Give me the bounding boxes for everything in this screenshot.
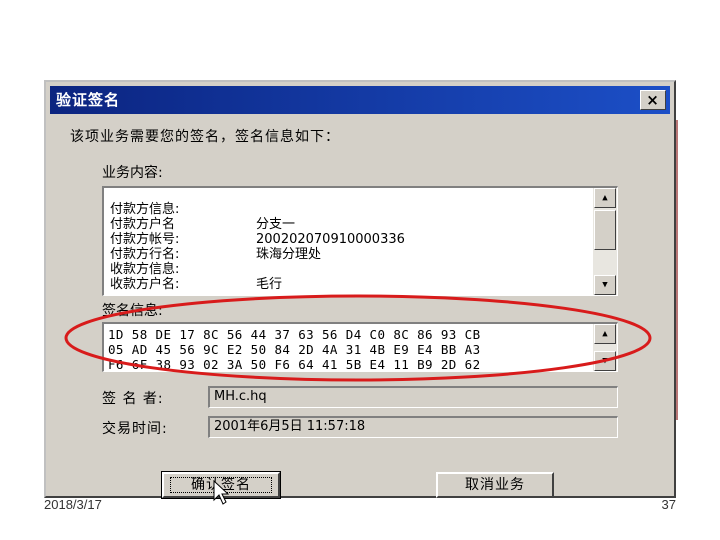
content-key: 付款方帐号: bbox=[110, 232, 180, 247]
content-key: 收款方户名: bbox=[110, 277, 180, 292]
content-scrollbar[interactable]: ▲ ▼ bbox=[593, 188, 617, 295]
background-edge-line bbox=[676, 120, 678, 420]
content-row: 付款方帐号: 200202070910000336 bbox=[110, 232, 405, 247]
content-key: 付款方信息: bbox=[110, 202, 180, 217]
signature-prompt: 该项业务需要您的签名，签名信息如下： bbox=[70, 129, 340, 145]
signature-scrollbar[interactable]: ▲ ▼ bbox=[593, 324, 617, 371]
signature-hex-lines: 1D 58 DE 17 8C 56 44 37 63 56 D4 C0 8C 8… bbox=[108, 327, 481, 372]
content-value: 珠海分理处 bbox=[256, 247, 322, 262]
content-value: 分支一 bbox=[256, 217, 296, 232]
content-value: 200202070910000336 bbox=[256, 232, 405, 247]
signature-info-textarea[interactable]: 1D 58 DE 17 8C 56 44 37 63 56 D4 C0 8C 8… bbox=[102, 322, 618, 372]
content-row: 收款方户名: 毛行 bbox=[110, 277, 405, 292]
business-content-textarea[interactable]: 付款方信息: 付款方户名 分支一 付款方帐号: 200202070910000336 付款… bbox=[102, 186, 618, 296]
business-content-list: 付款方信息: 付款方户名 分支一 付款方帐号: 200202070910000336 付款… bbox=[110, 202, 405, 292]
mouse-cursor-icon bbox=[213, 480, 229, 505]
close-button[interactable]: × bbox=[640, 90, 666, 110]
slide-page-number: 37 bbox=[661, 497, 676, 512]
scroll-down-arrow-icon[interactable]: ▼ bbox=[594, 275, 616, 295]
signature-hex-line: 05 AD 45 56 9C E2 50 84 2D 4A 31 4B E9 E… bbox=[108, 342, 481, 357]
business-content-label: 业务内容: bbox=[102, 165, 163, 181]
slide-date: 2018/3/17 bbox=[44, 497, 102, 512]
content-key: 付款方户名 bbox=[110, 217, 176, 232]
signer-field[interactable]: MH.c.hq bbox=[208, 386, 618, 408]
cancel-business-button[interactable]: 取消业务 bbox=[436, 472, 554, 498]
content-key: 付款方行名: bbox=[110, 247, 180, 262]
scroll-up-arrow-icon[interactable]: ▲ bbox=[594, 324, 616, 344]
trade-time-field[interactable]: 2001年6月5日 11:57:18 bbox=[208, 416, 618, 438]
content-row: 付款方户名 分支一 bbox=[110, 217, 405, 232]
content-row: 付款方信息: bbox=[110, 202, 405, 217]
scroll-up-arrow-icon[interactable]: ▲ bbox=[594, 188, 616, 208]
signature-info-label: 签名信息: bbox=[102, 303, 163, 319]
scroll-thumb[interactable] bbox=[594, 210, 616, 250]
signature-hex-line: 1D 58 DE 17 8C 56 44 37 63 56 D4 C0 8C 8… bbox=[108, 327, 481, 342]
content-value: 毛行 bbox=[256, 277, 283, 292]
signature-hex-line: F6 6F 38 93 02 3A 50 F6 64 41 5B E4 11 B… bbox=[108, 357, 481, 372]
dialog-title: 验证签名 bbox=[56, 91, 121, 109]
trade-time-label: 交易时间: bbox=[102, 421, 168, 437]
content-key: 收款方信息: bbox=[110, 262, 180, 277]
dialog-title-bar[interactable]: 验证签名 × bbox=[50, 86, 670, 114]
content-row: 付款方行名: 珠海分理处 bbox=[110, 247, 405, 262]
content-row: 收款方信息: bbox=[110, 262, 405, 277]
scroll-down-arrow-icon[interactable]: ▼ bbox=[594, 351, 616, 371]
verify-signature-dialog: 验证签名 × 该项业务需要您的签名，签名信息如下： 业务内容: 付款方信息: 付款… bbox=[44, 80, 676, 499]
signer-label: 签 名 者: bbox=[102, 391, 164, 407]
